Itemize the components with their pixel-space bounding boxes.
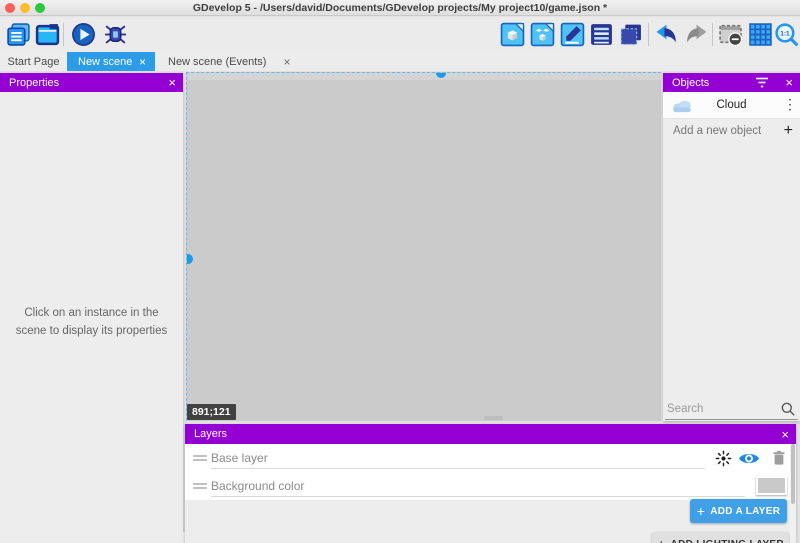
add-layer-label: ADD A LAYER: [710, 506, 780, 517]
titlebar: GDevelop 5 - /Users/david/Documents/GDev…: [0, 0, 800, 16]
toolbar-separator: [712, 23, 713, 46]
background-color-swatch[interactable]: [756, 476, 787, 495]
add-new-object-label: Add a new object: [663, 125, 761, 137]
tab-new-scene[interactable]: New scene ×: [67, 52, 155, 71]
zoom-original-button[interactable]: 1:1: [772, 20, 800, 48]
svg-text:1:1: 1:1: [780, 30, 790, 37]
objects-editor-button[interactable]: [498, 20, 526, 48]
gdevelop-window: GDevelop 5 - /Users/david/Documents/GDev…: [0, 0, 800, 543]
plus-icon: +: [697, 504, 705, 518]
statusbar-strip: [0, 532, 185, 543]
filter-icon: [755, 77, 769, 88]
tab-start-page[interactable]: Start Page: [0, 52, 67, 71]
objects-editor-icon: [500, 22, 525, 47]
layer-row-background-color: [185, 472, 790, 500]
objects-search-input[interactable]: [667, 400, 772, 418]
scene-canvas[interactable]: 891;121: [186, 72, 661, 421]
add-lighting-layer-label: ADD LIGHTING LAYER: [671, 539, 784, 543]
layers-stack-icon: [618, 22, 643, 47]
play-icon: [71, 22, 96, 47]
layer-name-input[interactable]: [211, 447, 705, 469]
tab-close-icon[interactable]: ×: [283, 56, 290, 68]
object-list-item-cloud[interactable]: Cloud ⋮: [663, 92, 800, 119]
canvas-top-strip: [187, 73, 661, 80]
close-icon[interactable]: ×: [781, 427, 789, 442]
selection-handle-left[interactable]: [186, 254, 193, 264]
object-menu-button[interactable]: ⋮: [783, 96, 797, 113]
toggle-grid-button[interactable]: [746, 20, 774, 48]
objects-panel-header: Objects ×: [663, 73, 800, 92]
layer-effects-button[interactable]: [712, 449, 734, 467]
redo-button[interactable]: [682, 20, 710, 48]
preview-play-button[interactable]: [69, 20, 97, 48]
search-icon: [780, 401, 796, 422]
scene-window-icon: [35, 22, 60, 47]
properties-empty-message: Click on an instance in the scene to dis…: [8, 305, 175, 341]
layers-panel-header: Layers ×: [185, 424, 796, 444]
object-name: Cloud: [663, 99, 800, 111]
layers-panel-title: Layers: [194, 428, 227, 440]
canvas-horizontal-scrollbar[interactable]: [484, 416, 503, 420]
tab-close-icon[interactable]: ×: [139, 56, 146, 68]
layers-editor-button[interactable]: [616, 20, 644, 48]
effects-icon: [715, 450, 732, 467]
instances-list-button[interactable]: [587, 20, 615, 48]
grid-icon: [748, 22, 773, 47]
toggle-mask-button[interactable]: [716, 20, 744, 48]
window-mask-icon: [718, 22, 743, 47]
properties-panel: Properties × Click on an instance in the…: [0, 73, 183, 532]
project-manager-icon: [6, 22, 31, 47]
objects-panel-title: Objects: [672, 77, 709, 89]
edit-pencil-icon: [560, 22, 585, 47]
filter-button[interactable]: [755, 77, 769, 91]
undo-icon: [654, 22, 679, 47]
layer-delete-button[interactable]: [768, 449, 790, 467]
scene-properties-button[interactable]: [558, 20, 586, 48]
toolbar: 1:1: [0, 17, 800, 52]
toolbar-separator: [63, 23, 64, 46]
debugger-bug-icon: [103, 22, 128, 47]
drag-handle-icon[interactable]: [193, 455, 207, 463]
drag-handle-icon[interactable]: [193, 483, 207, 491]
layer-row-base: [185, 444, 790, 472]
instances-list-icon: [589, 22, 614, 47]
scene-window-button[interactable]: [33, 20, 61, 48]
object-groups-button[interactable]: [528, 20, 556, 48]
layers-panel: Layers ×: [185, 424, 796, 543]
layers-scrollbar[interactable]: [790, 444, 796, 543]
tab-label: Start Page: [8, 56, 60, 68]
tab-label: New scene (Events): [168, 56, 266, 68]
add-layer-button[interactable]: + ADD A LAYER: [690, 499, 787, 523]
trash-icon: [772, 450, 786, 466]
redo-icon: [684, 22, 709, 47]
tab-label: New scene: [78, 56, 132, 68]
add-lighting-layer-button[interactable]: + ADD LIGHTING LAYER: [652, 532, 789, 543]
tabbar: Start Page New scene × New scene (Events…: [0, 52, 800, 71]
properties-panel-title: Properties: [9, 77, 59, 89]
objects-panel: Objects × Cloud ⋮ Add a ne: [663, 73, 800, 421]
layer-name-input[interactable]: [211, 475, 745, 497]
objects-search-field[interactable]: [665, 398, 798, 420]
toolbar-separator: [648, 23, 649, 46]
window-title: GDevelop 5 - /Users/david/Documents/GDev…: [0, 2, 800, 14]
add-new-object-button[interactable]: Add a new object +: [663, 119, 800, 142]
close-icon[interactable]: ×: [168, 75, 176, 90]
close-icon[interactable]: ×: [785, 75, 793, 90]
properties-panel-header: Properties ×: [0, 73, 183, 92]
project-manager-button[interactable]: [4, 20, 32, 48]
eye-icon: [738, 451, 760, 466]
tab-new-scene-events[interactable]: New scene (Events) ×: [155, 52, 301, 71]
undo-button[interactable]: [652, 20, 680, 48]
plus-icon: +: [657, 537, 665, 543]
plus-icon: +: [784, 123, 793, 139]
cursor-coordinates-badge: 891;121: [187, 404, 236, 420]
debugger-button[interactable]: [101, 20, 129, 48]
zoom-1-1-icon: 1:1: [774, 22, 799, 47]
object-groups-icon: [530, 22, 555, 47]
layer-visibility-button[interactable]: [738, 449, 760, 467]
